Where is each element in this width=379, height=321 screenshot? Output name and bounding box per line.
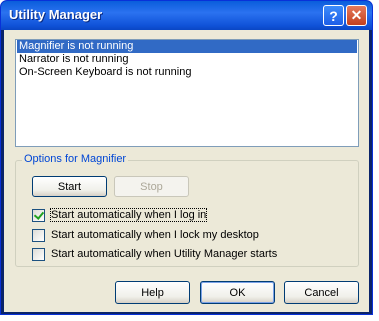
checkbox-row-lock-desktop[interactable]: Start automatically when I lock my deskt… — [32, 228, 259, 242]
help-button-label: Help — [141, 286, 164, 299]
start-button[interactable]: Start — [32, 176, 107, 197]
checkbox-row-utility-manager-starts[interactable]: Start automatically when Utility Manager… — [32, 247, 277, 261]
checkbox-lock-desktop-label[interactable]: Start automatically when I lock my deskt… — [51, 229, 259, 241]
dialog-client-area: Magnifier is not running Narrator is not… — [4, 30, 369, 312]
cancel-button-label: Cancel — [304, 286, 339, 299]
start-button-label: Start — [57, 180, 82, 193]
options-group-label: Options for Magnifier — [22, 153, 129, 165]
ok-button-label: OK — [229, 286, 246, 299]
utility-listbox[interactable]: Magnifier is not running Narrator is not… — [15, 39, 359, 147]
checkbox-row-log-in[interactable]: Start automatically when I log in — [32, 208, 208, 222]
stop-button-label: Stop — [140, 180, 163, 193]
help-title-button[interactable]: ? — [323, 5, 344, 26]
stop-button[interactable]: Stop — [114, 176, 189, 197]
checkbox-log-in[interactable] — [32, 208, 45, 222]
ok-button[interactable]: OK — [200, 281, 275, 304]
help-button[interactable]: Help — [115, 281, 190, 304]
question-icon: ? — [329, 7, 338, 24]
checkbox-utility-manager-starts[interactable] — [32, 247, 45, 261]
close-title-button[interactable]: ✕ — [346, 5, 367, 26]
utility-manager-window: Utility Manager ? ✕ Magnifier is not run… — [0, 0, 373, 315]
close-icon: ✕ — [350, 7, 363, 23]
window-title: Utility Manager — [9, 7, 103, 22]
list-item-narrator[interactable]: Narrator is not running — [17, 53, 357, 66]
title-bar[interactable]: Utility Manager ? ✕ — [1, 1, 372, 30]
checkbox-utility-manager-starts-label[interactable]: Start automatically when Utility Manager… — [51, 248, 277, 260]
list-item-onscreen-keyboard[interactable]: On-Screen Keyboard is not running — [17, 66, 357, 79]
checkbox-lock-desktop[interactable] — [32, 228, 45, 242]
checkbox-log-in-label[interactable]: Start automatically when I log in — [49, 208, 208, 222]
list-item-magnifier[interactable]: Magnifier is not running — [17, 40, 357, 53]
cancel-button[interactable]: Cancel — [284, 281, 359, 304]
